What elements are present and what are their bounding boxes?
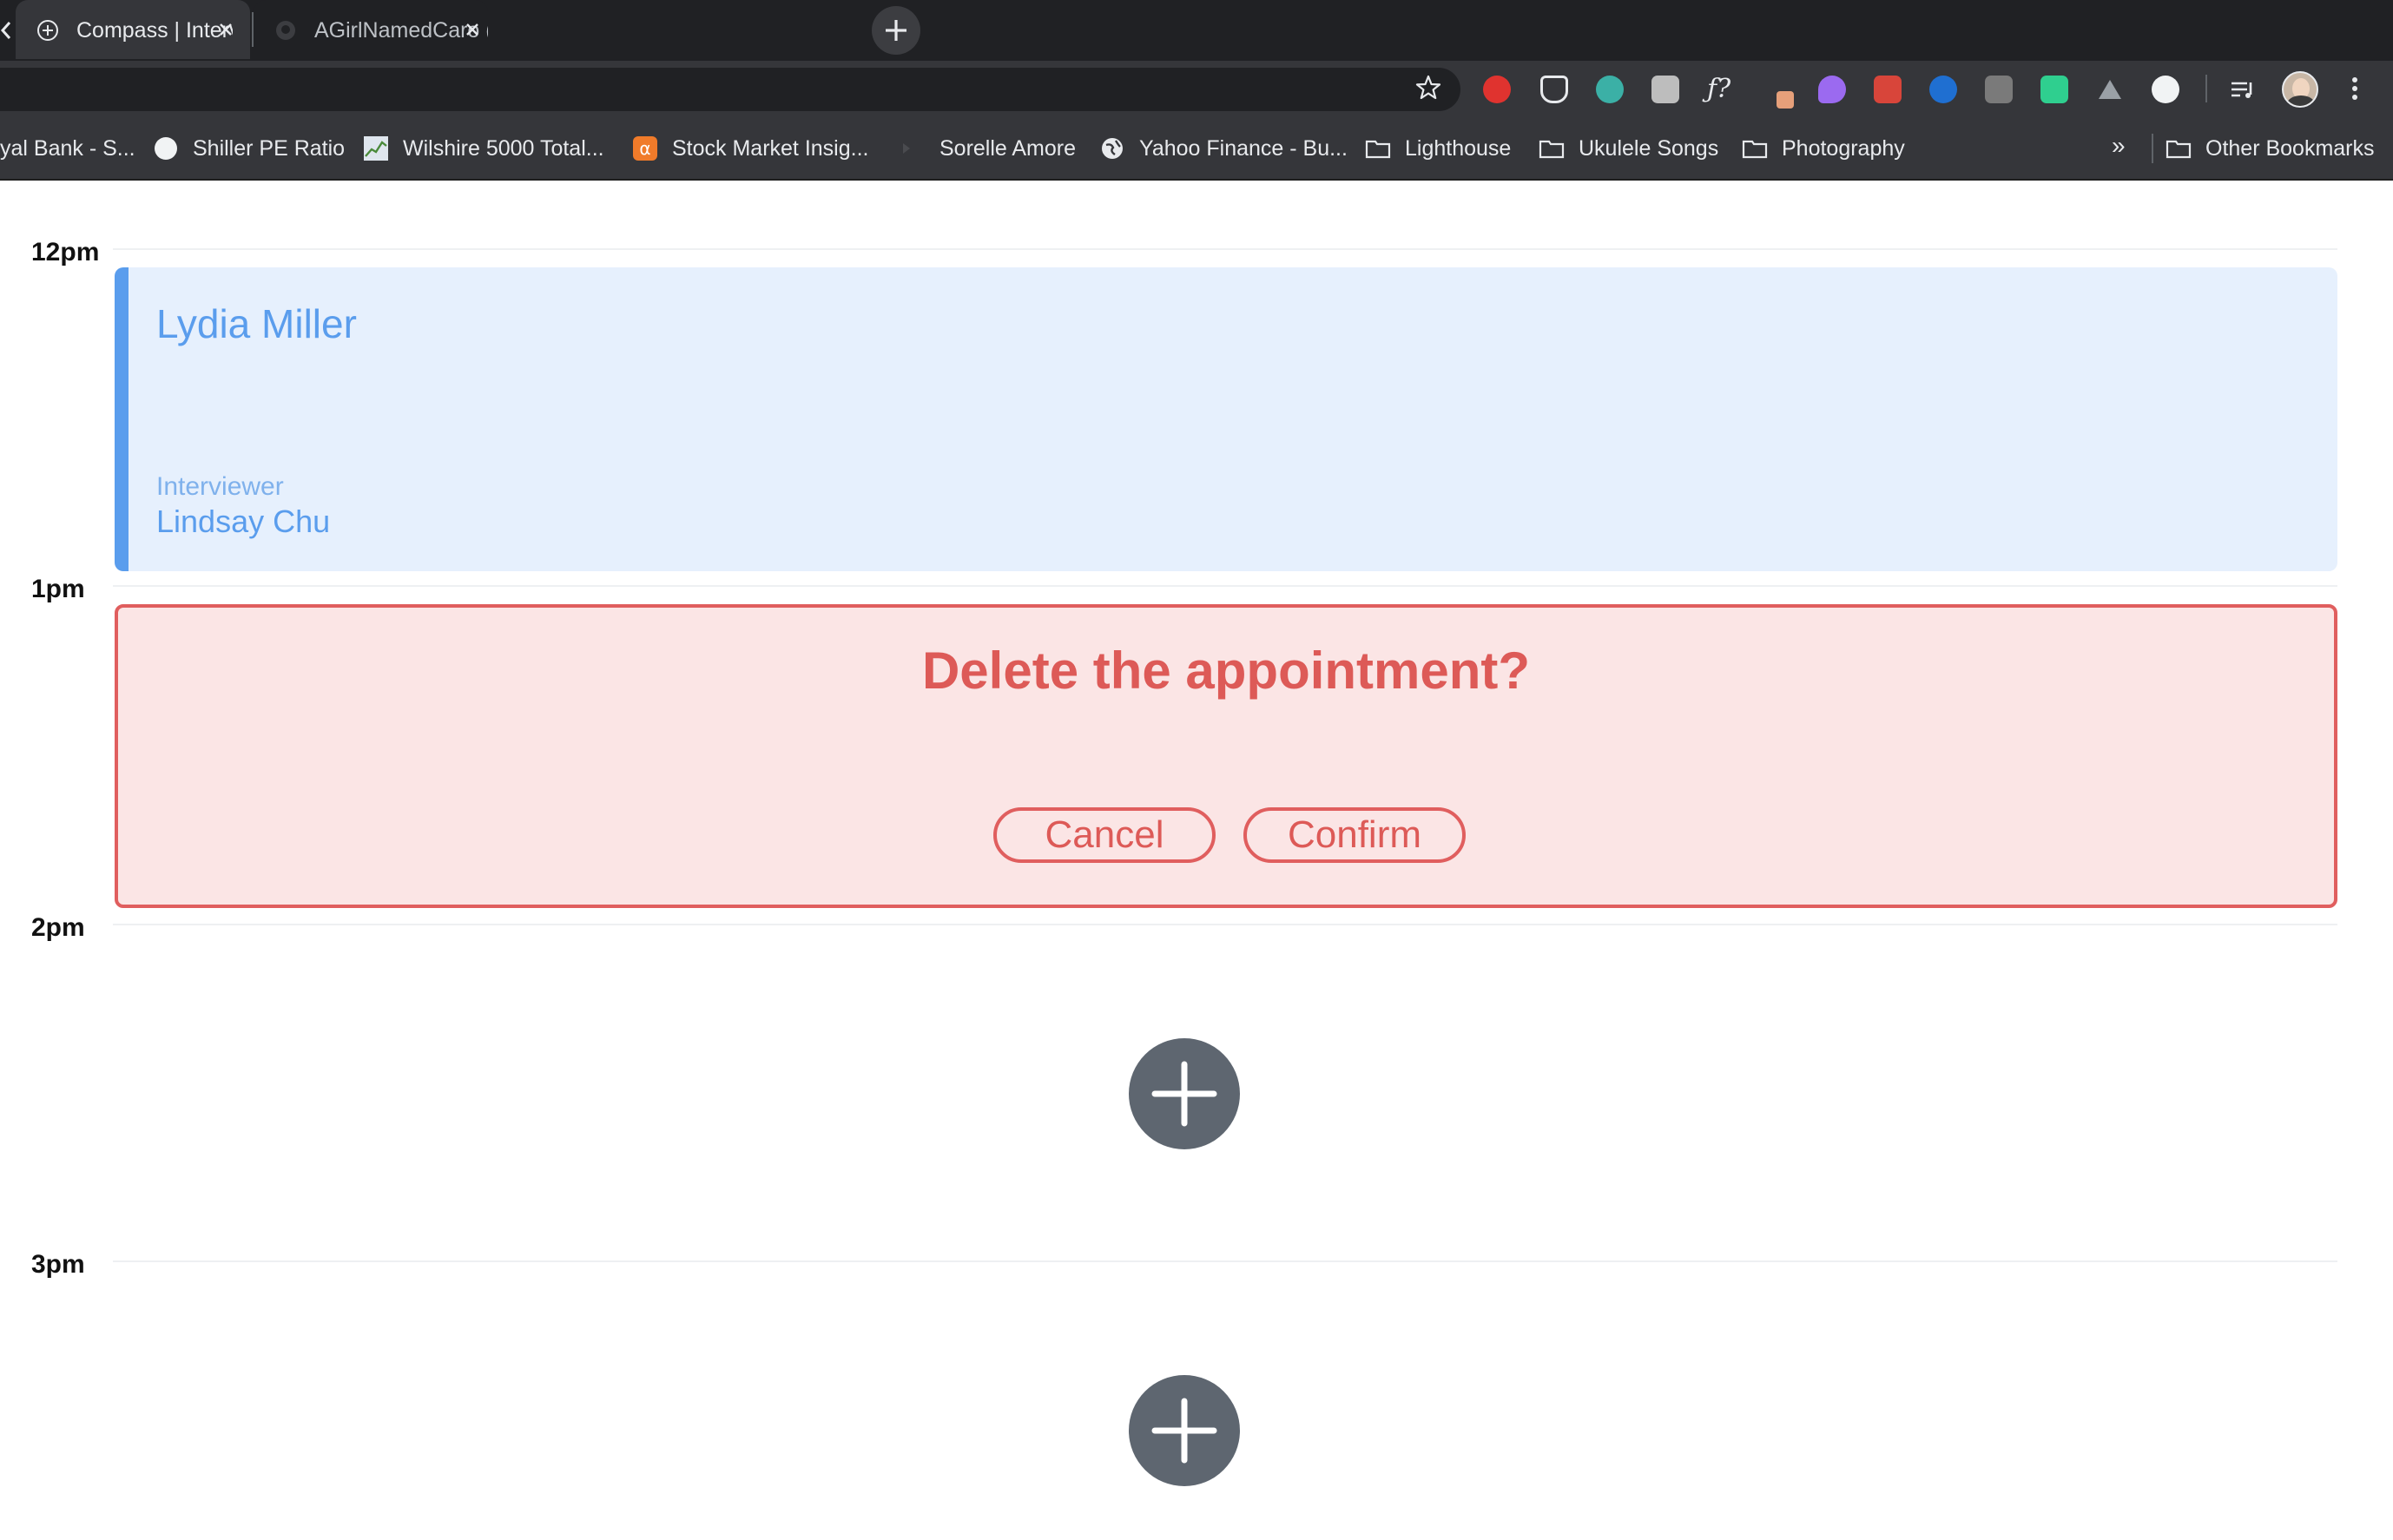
tab-github[interactable]: AGirlNamedCaro (Carolina Contr (254, 0, 488, 59)
toolbar-divider (2205, 75, 2207, 102)
chart-icon (364, 136, 388, 161)
time-label-3pm: 3pm (31, 1250, 85, 1279)
tab-title: Compass | Interview Scheduler (76, 18, 233, 43)
hour-divider (113, 585, 2337, 587)
github-icon (276, 21, 295, 40)
hour-divider (113, 248, 2337, 250)
interviewer-label: Interviewer (156, 472, 284, 501)
plus-icon (1151, 1061, 1217, 1127)
keyword-icon[interactable] (1651, 76, 1679, 103)
confirm-button[interactable]: Confirm (1243, 807, 1466, 863)
svg-text:α: α (639, 138, 650, 159)
browser-menu-icon[interactable] (2344, 73, 2365, 104)
appointment-card[interactable]: Lydia Miller Interviewer Lindsay Chu (115, 267, 2337, 571)
bug-icon[interactable] (1874, 76, 1902, 103)
bookmark-shiller-pe[interactable]: Shiller PE Ratio (153, 134, 345, 163)
bookmark-label: yal Bank - S... (0, 135, 135, 161)
time-label-2pm: 2pm (31, 913, 85, 942)
bookmark-folder-lighthouse[interactable]: Lighthouse (1365, 134, 1511, 163)
pen-tool-icon[interactable] (1763, 76, 1794, 109)
avatar[interactable] (2282, 71, 2318, 108)
bookmark-wilshire[interactable]: Wilshire 5000 Total... (363, 134, 604, 163)
hour-divider (113, 924, 2337, 925)
bookmark-label: Ukulele Songs (1579, 135, 1719, 161)
bookmark-label: Sorelle Amore (939, 135, 1077, 161)
close-icon[interactable] (214, 17, 238, 42)
bookmark-label: Yahoo Finance - Bu... (1139, 135, 1348, 161)
interviewer-name: Lindsay Chu (156, 503, 331, 539)
bookmarks-overflow-button[interactable]: » (2112, 132, 2126, 160)
bookmark-yahoo-finance[interactable]: Yahoo Finance - Bu... (1099, 134, 1348, 163)
confirm-message: Delete the appointment? (921, 642, 1531, 700)
folder-icon (1365, 140, 1391, 159)
plus-icon (886, 20, 906, 41)
bookmark-label: Stock Market Insig... (672, 135, 869, 161)
mint-icon[interactable] (1596, 76, 1624, 103)
browser-tab-bar: Compass | Interview Scheduler AGirlNamed… (0, 0, 2393, 61)
bookmark-label: Shiller PE Ratio (193, 135, 346, 161)
folder-icon (2166, 140, 2192, 159)
formula-icon[interactable]: ƒ? (1707, 76, 1735, 103)
bookmark-label: Lighthouse (1405, 135, 1512, 161)
drive-icon[interactable] (2096, 76, 2124, 103)
time-label-1pm: 1pm (31, 575, 85, 603)
code-icon[interactable] (2152, 76, 2179, 103)
bookmark-label: Photography (1782, 135, 1905, 161)
bookmark-folder-photography[interactable]: Photography (1742, 134, 1905, 163)
scheduler-page: 12pm Lydia Miller Interviewer Lindsay Ch… (0, 181, 2393, 1540)
tab-scroll-left-icon[interactable] (0, 21, 12, 40)
hour-divider (113, 1260, 2337, 1262)
alpha-icon: α (633, 136, 657, 161)
bookmark-folder-ukulele[interactable]: Ukulele Songs (1539, 134, 1718, 163)
notion-icon[interactable] (2040, 76, 2068, 103)
adblock-icon[interactable] (1483, 76, 1511, 103)
compass-icon (37, 20, 58, 41)
bookmarks-divider (2152, 134, 2153, 163)
new-tab-button[interactable] (872, 6, 920, 55)
address-bar[interactable] (0, 68, 1460, 111)
bookmark-star-icon[interactable] (1414, 73, 1443, 102)
color-icon[interactable] (1818, 76, 1846, 103)
close-icon[interactable] (460, 17, 485, 42)
browser-toolbar: ƒ? (0, 61, 2393, 116)
pocket-icon[interactable] (1540, 76, 1568, 103)
add-appointment-button[interactable] (1129, 1038, 1240, 1149)
time-label-12pm: 12pm (31, 238, 100, 267)
bookmarks-bar: yal Bank - S... Shiller PE Ratio Wilshir… (0, 116, 2393, 181)
other-bookmarks[interactable]: Other Bookmarks (2166, 134, 2375, 163)
student-name: Lydia Miller (156, 301, 357, 346)
add-appointment-button[interactable] (1129, 1375, 1240, 1486)
reading-list-icon[interactable] (2228, 76, 2256, 103)
cancel-button[interactable]: Cancel (993, 807, 1216, 863)
bookmark-stock-market[interactable]: α Stock Market Insig... (632, 134, 868, 163)
folder-icon (1539, 140, 1565, 159)
bookmark-sorelle-amore[interactable]: Sorelle Amore (900, 134, 1076, 163)
globe-icon (1102, 138, 1123, 159)
bookmark-label: Wilshire 5000 Total... (403, 135, 604, 161)
photo-icon[interactable] (1985, 76, 2013, 103)
plus-icon (1151, 1398, 1217, 1464)
tab-compass[interactable]: Compass | Interview Scheduler (16, 0, 250, 59)
health-icon[interactable] (1929, 76, 1957, 103)
video-icon (903, 143, 910, 154)
circle-icon (155, 137, 177, 160)
bookmark-label: Other Bookmarks (2205, 135, 2375, 161)
folder-icon (1742, 140, 1768, 159)
delete-confirmation: Delete the appointment? Cancel Confirm (115, 604, 2337, 908)
bookmark-royal-bank[interactable]: yal Bank - S... (0, 134, 135, 163)
